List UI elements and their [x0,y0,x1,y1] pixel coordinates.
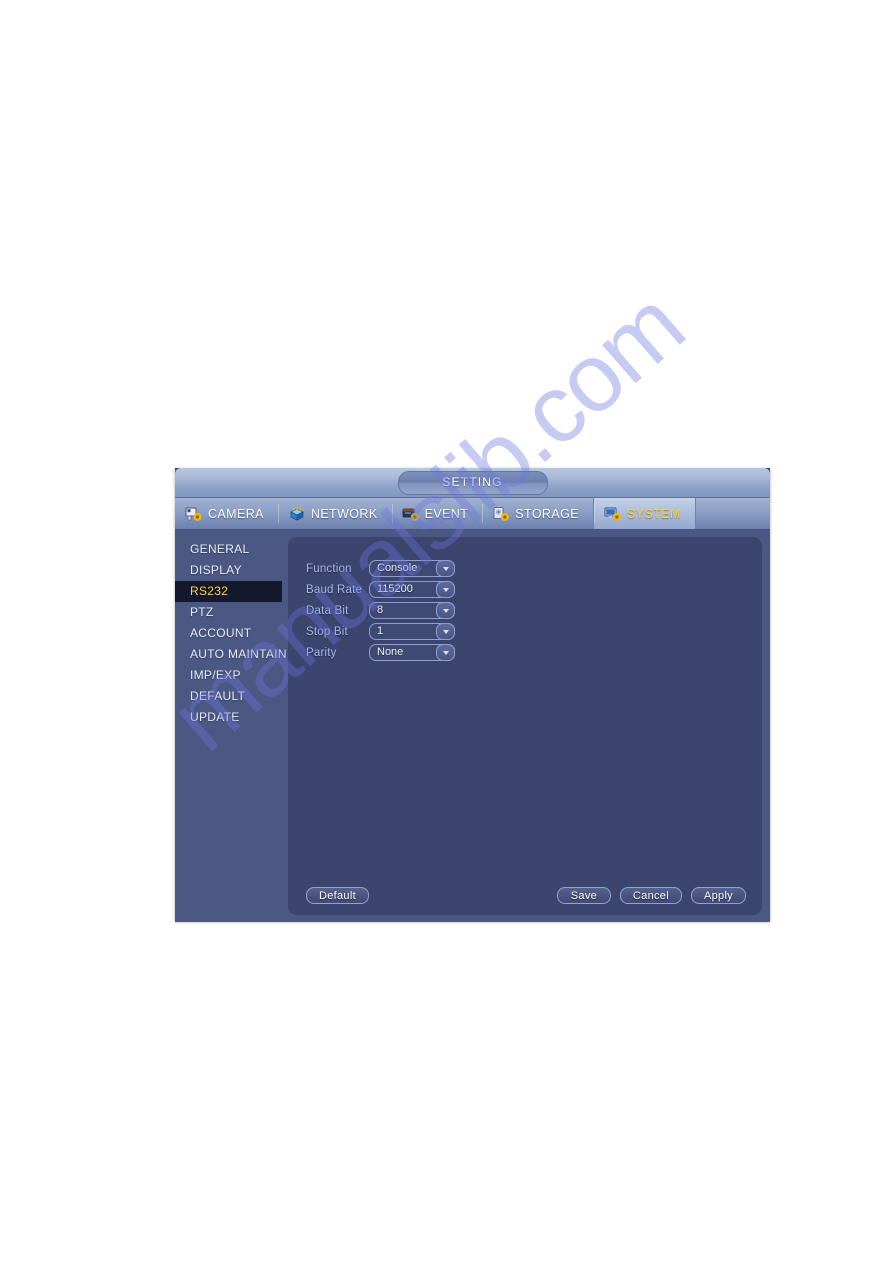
chevron-down-icon[interactable] [436,581,455,598]
sidebar-item-rs232[interactable]: RS232 [175,581,282,602]
sidebar-item-imp-exp[interactable]: IMP/EXP [175,665,282,686]
tab-camera[interactable]: CAMERA [175,498,278,529]
sidebar: GENERAL DISPLAY RS232 PTZ ACCOUNT AUTO M… [175,530,286,922]
tab-network[interactable]: NETWORK [277,498,392,529]
footer-button-group: Save Cancel Apply [556,887,746,904]
data-bit-label: Data Bit [306,604,349,617]
baud-rate-value: 115200 [377,583,413,595]
chevron-down-icon[interactable] [436,623,455,640]
storage-gear-icon [492,506,510,522]
sidebar-item-account[interactable]: ACCOUNT [175,623,282,644]
tab-bar: CAMERA NETWORK EVENT STORAGE SYSTEM [175,498,770,530]
apply-button[interactable]: Apply [690,887,746,904]
baud-rate-label: Baud Rate [306,583,363,596]
parity-label: Parity [306,646,337,659]
tab-bar-filler [695,498,770,529]
dialog-title: SETTING [397,471,548,495]
chevron-down-icon[interactable] [436,602,455,619]
stop-bit-value: 1 [377,625,384,637]
form-row-parity: Parity None [306,642,455,663]
event-gear-icon [402,506,420,522]
data-bit-value: 8 [377,604,384,616]
tab-event[interactable]: EVENT [391,498,483,529]
sidebar-item-auto-maintain[interactable]: AUTO MAINTAIN [175,644,286,665]
sidebar-item-display[interactable]: DISPLAY [175,560,282,581]
form-row-baud-rate: Baud Rate 115200 [306,579,455,600]
stop-bit-label: Stop Bit [306,625,348,638]
sidebar-item-update[interactable]: UPDATE [175,707,282,728]
form-row-function: Function Console [306,558,455,579]
stop-bit-select[interactable]: 1 [369,623,455,640]
data-bit-select[interactable]: 8 [369,602,455,619]
tab-storage[interactable]: STORAGE [482,498,593,529]
tab-storage-label: STORAGE [515,506,579,521]
form-row-stop-bit: Stop Bit 1 [306,621,455,642]
function-label: Function [306,562,352,575]
setting-dialog: SETTING CAMERA NETWORK EVENT STORAGE SYS… [175,468,770,922]
tab-system[interactable]: SYSTEM [592,498,696,529]
cancel-button[interactable]: Cancel [619,887,682,904]
parity-select[interactable]: None [369,644,455,661]
sidebar-item-ptz[interactable]: PTZ [175,602,282,623]
tab-camera-label: CAMERA [208,506,264,521]
function-select[interactable]: Console [369,560,455,577]
tab-event-label: EVENT [424,506,469,521]
baud-rate-select[interactable]: 115200 [369,581,455,598]
tab-network-label: NETWORK [310,506,378,521]
tab-system-label: SYSTEM [626,506,681,521]
chevron-down-icon[interactable] [436,560,455,577]
function-value: Console [377,562,418,574]
chevron-down-icon[interactable] [436,644,455,661]
save-button[interactable]: Save [556,887,611,904]
parity-value: None [377,646,404,658]
sidebar-item-general[interactable]: GENERAL [175,539,282,560]
sidebar-item-default[interactable]: DEFAULT [175,686,282,707]
default-button[interactable]: Default [306,887,369,904]
system-monitor-gear-icon [604,506,622,522]
rs232-content-panel: Function Console Baud Rate 115200 Data B… [288,537,762,915]
form-row-data-bit: Data Bit 8 [306,600,455,621]
camera-gear-icon [185,506,203,522]
dialog-body: GENERAL DISPLAY RS232 PTZ ACCOUNT AUTO M… [175,530,770,922]
network-cube-icon [288,506,306,522]
dialog-titlebar: SETTING [175,468,770,498]
rs232-form: Function Console Baud Rate 115200 Data B… [306,558,455,663]
